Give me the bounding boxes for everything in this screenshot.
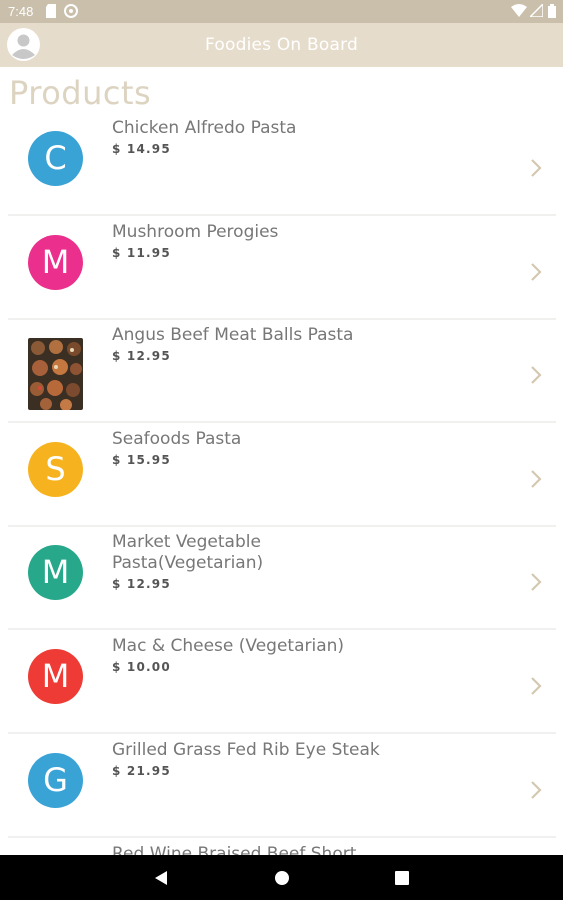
product-letter-avatar: M: [28, 649, 83, 704]
product-row[interactable]: S Seafoods Pasta $ 15.95: [8, 425, 556, 527]
product-letter-avatar: G: [28, 753, 83, 808]
chevron-right-icon: [531, 781, 542, 799]
product-price: $ 10.00: [112, 660, 171, 674]
product-row[interactable]: M Mac & Cheese (Vegetarian) $ 10.00: [8, 632, 556, 734]
product-row[interactable]: G Grilled Grass Fed Rib Eye Steak $ 21.9…: [8, 736, 556, 838]
chevron-right-icon: [531, 159, 542, 177]
toolbar-title: Foodies On Board: [205, 35, 358, 55]
product-letter-avatar: M: [28, 545, 83, 600]
product-name: Seafoods Pasta: [112, 429, 242, 449]
signal-icon: [530, 4, 543, 17]
chevron-right-icon: [531, 470, 542, 488]
product-photo: [28, 338, 83, 410]
chevron-right-icon: [531, 263, 542, 281]
product-name: Red Wine Braised Beef Short: [112, 844, 357, 855]
system-nav-bar: [0, 855, 563, 900]
product-price: $ 11.95: [112, 246, 171, 260]
sd-card-icon: [46, 4, 56, 18]
product-name: Chicken Alfredo Pasta: [112, 118, 297, 138]
product-name: Mac & Cheese (Vegetarian): [112, 636, 345, 656]
chevron-right-icon: [531, 677, 542, 695]
back-icon[interactable]: [154, 870, 168, 886]
product-letter-avatar: M: [28, 235, 83, 290]
product-row[interactable]: Angus Beef Meat Balls Pasta $ 12.95: [8, 321, 556, 423]
product-name: Mushroom Perogies: [112, 222, 279, 242]
product-letter-avatar: C: [28, 131, 83, 186]
product-list[interactable]: C Chicken Alfredo Pasta $ 14.95 M Mushro…: [0, 114, 563, 855]
product-row[interactable]: C Chicken Alfredo Pasta $ 14.95: [8, 114, 556, 216]
product-row[interactable]: M Mushroom Perogies $ 11.95: [8, 218, 556, 320]
wifi-icon: [511, 4, 527, 17]
recents-icon[interactable]: [395, 871, 409, 885]
product-name: Market Vegetable Pasta(Vegetarian): [112, 532, 264, 573]
chevron-right-icon: [531, 366, 542, 384]
app-toolbar: Foodies On Board: [0, 23, 563, 67]
product-row[interactable]: Red Wine Braised Beef Short: [8, 840, 556, 855]
sync-icon: [64, 4, 78, 18]
home-icon[interactable]: [274, 870, 290, 886]
page-title: Products: [9, 74, 152, 112]
product-name: Grilled Grass Fed Rib Eye Steak: [112, 740, 380, 760]
product-price: $ 15.95: [112, 453, 171, 467]
status-bar: 7:48: [0, 0, 563, 23]
product-name: Angus Beef Meat Balls Pasta: [112, 325, 354, 345]
product-price: $ 14.95: [112, 142, 171, 156]
chevron-right-icon: [531, 573, 542, 591]
product-price: $ 12.95: [112, 577, 171, 591]
product-row[interactable]: M Market Vegetable Pasta(Vegetarian) $ 1…: [8, 528, 556, 630]
product-price: $ 12.95: [112, 349, 171, 363]
status-time: 7:48: [8, 4, 34, 19]
product-letter-avatar: S: [28, 442, 83, 497]
battery-icon: [548, 4, 556, 18]
product-price: $ 21.95: [112, 764, 171, 778]
